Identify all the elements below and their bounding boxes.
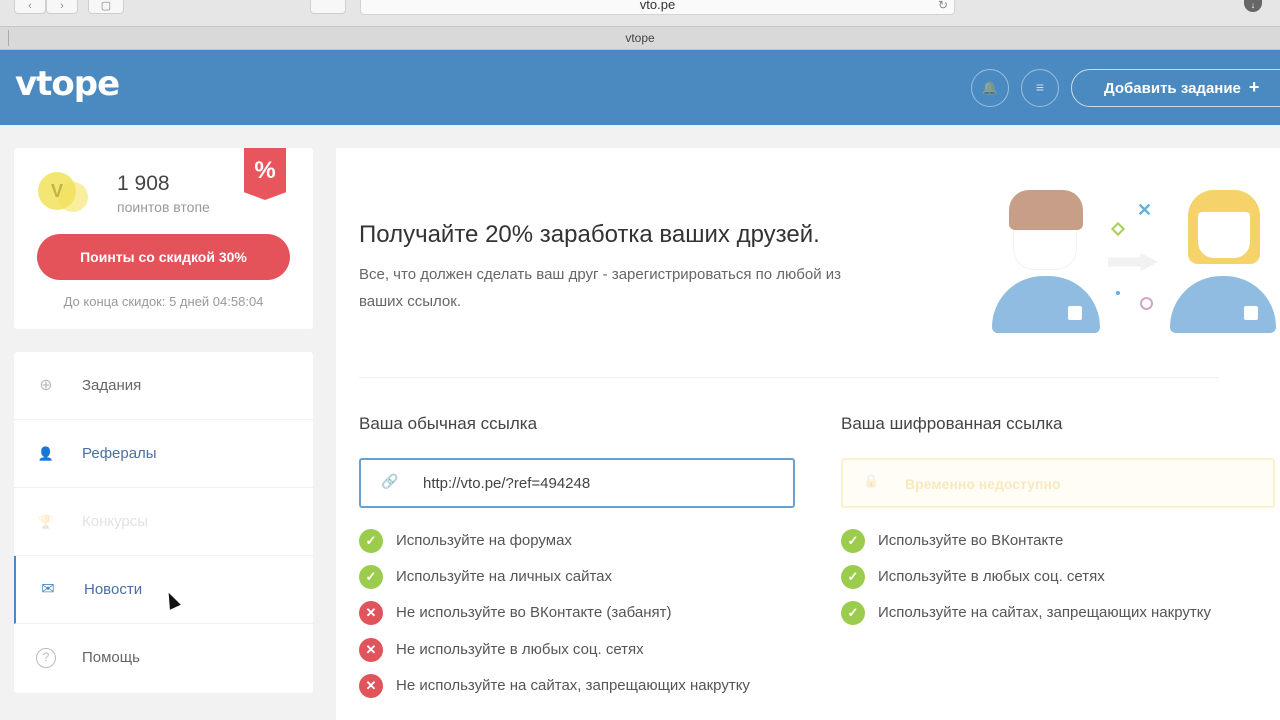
coin-icon: V [38, 172, 76, 210]
help-icon: ? [36, 648, 56, 668]
divider [359, 377, 1219, 378]
decor-dot-icon [1116, 291, 1120, 295]
cross-icon: ✕ [359, 601, 383, 625]
decor-x-icon: ✕ [1137, 200, 1153, 220]
points-value: 1 908 [117, 172, 170, 195]
discount-countdown: До конца скидок: 5 дней 04:58:04 [63, 294, 264, 309]
link-icon: 🔗 [381, 473, 399, 489]
rule-text: Используйте на форумах [396, 532, 572, 549]
referral-illustration-head [1188, 190, 1260, 264]
decor-ring-icon [1140, 297, 1153, 310]
check-icon: ✓ [841, 529, 865, 553]
back-button[interactable]: ‹ [14, 0, 46, 14]
user-icon: 👤 [37, 446, 55, 461]
sidebar-item-label: Задания [82, 377, 142, 394]
rule-text: Используйте на личных сайтах [396, 568, 613, 585]
cross-icon: ✕ [359, 674, 383, 698]
download-icon[interactable]: ↓ [1244, 0, 1262, 12]
sidebar-icon: ▢ [100, 0, 112, 12]
lock-icon: 🔒 [863, 473, 880, 488]
rule-text: Не используйте на сайтах, запрещающих на… [396, 677, 750, 694]
pocket-shape [1068, 306, 1082, 320]
side-menu: ⊕ Задания 👤 Рефералы 🏆 Конкурсы ✉ Новост… [14, 352, 313, 693]
rule-text: Не используйте во ВКонтакте (забанят) [396, 604, 672, 621]
sidebar-item-label: Конкурсы [82, 513, 149, 530]
regular-link-value[interactable]: http://vto.pe/?ref=494248 [423, 475, 590, 492]
chevron-left-icon: ‹ [28, 0, 32, 12]
browser-toolbar: ‹ › ▢ vto.pe ↻ ↓ [0, 0, 1280, 26]
page-title: Получайте 20% заработка ваших друзей. [359, 221, 820, 248]
page-description: Все, что должен сделать ваш друг - зарег… [359, 266, 842, 310]
notifications-button[interactable]: 🔔 [971, 69, 1009, 107]
points-label: поинтов втопе [117, 199, 210, 215]
add-task-label: Добавить задание [1104, 80, 1241, 97]
check-icon: ✓ [841, 601, 865, 625]
tab-bar: vtope [0, 26, 1280, 50]
extension-button[interactable] [310, 0, 346, 14]
sidebar-item-label: Новости [84, 581, 143, 598]
address-url: vto.pe [639, 0, 676, 12]
chevron-right-icon: › [60, 0, 64, 12]
regular-link-title: Ваша обычная ссылка [359, 414, 538, 433]
logo[interactable]: vtope [15, 64, 120, 104]
sidebar-button[interactable]: ▢ [88, 0, 124, 14]
sidebar-item-help[interactable]: ? Помощь [14, 624, 313, 692]
sidebar-item-label: Рефералы [82, 445, 157, 462]
sidebar-item-tasks[interactable]: ⊕ Задания [14, 352, 313, 420]
sidebar-item-contests[interactable]: 🏆 Конкурсы [14, 488, 313, 556]
forward-button[interactable]: › [46, 0, 78, 14]
face-shape [1198, 212, 1250, 258]
cross-icon: ✕ [359, 638, 383, 662]
menu-icon: ≡ [1035, 79, 1045, 95]
rule-text: Используйте в любых соц. сетях [878, 568, 1105, 585]
check-icon: ✓ [359, 565, 383, 589]
sidebar-item-referrals[interactable]: 👤 Рефералы [14, 420, 313, 488]
discount-points-button[interactable]: Поинты со скидкой 30% [37, 234, 290, 280]
trophy-icon: 🏆 [37, 514, 55, 529]
app-header: vtope 🔔 ≡ Добавить задание + [0, 50, 1280, 125]
mail-icon: ✉ [41, 581, 55, 598]
friend-illustration-head [990, 190, 1084, 270]
referral-panel: Получайте 20% заработка ваших друзей. Вс… [336, 148, 1280, 720]
hair-shape [1009, 190, 1083, 230]
rule-text: Используйте на сайтах, запрещающих накру… [878, 604, 1211, 621]
cipher-link-value: Временно недоступно [905, 476, 1061, 492]
rule-text: Используйте во ВКонтакте [878, 532, 1064, 549]
plus-icon: + [1248, 77, 1260, 97]
regular-link-field[interactable]: 🔗 http://vto.pe/?ref=494248 [359, 458, 795, 508]
pocket-shape [1244, 306, 1258, 320]
cipher-link-title: Ваша шифрованная ссылка [841, 414, 1063, 433]
add-task-button[interactable]: Добавить задание + [1071, 69, 1280, 107]
check-icon: ✓ [359, 529, 383, 553]
bell-icon: 🔔 [981, 80, 999, 95]
points-card: V 1 908 поинтов втопе % Поинты со скидко… [14, 148, 313, 329]
tab-divider [8, 30, 9, 46]
percent-badge-icon: % [244, 148, 286, 200]
sidebar-item-label: Помощь [82, 649, 140, 666]
tab-title[interactable]: vtope [625, 31, 654, 45]
address-bar[interactable]: vto.pe ↻ [360, 0, 955, 15]
rule-text: Не используйте в любых соц. сетях [396, 641, 644, 658]
cipher-link-field[interactable]: 🔒 Временно недоступно [841, 458, 1275, 508]
sidebar-item-news[interactable]: ✉ Новости [14, 556, 313, 624]
check-icon: ✓ [841, 565, 865, 589]
menu-button[interactable]: ≡ [1021, 69, 1059, 107]
reload-icon[interactable]: ↻ [938, 0, 948, 11]
task-icon: ⊕ [39, 377, 53, 394]
